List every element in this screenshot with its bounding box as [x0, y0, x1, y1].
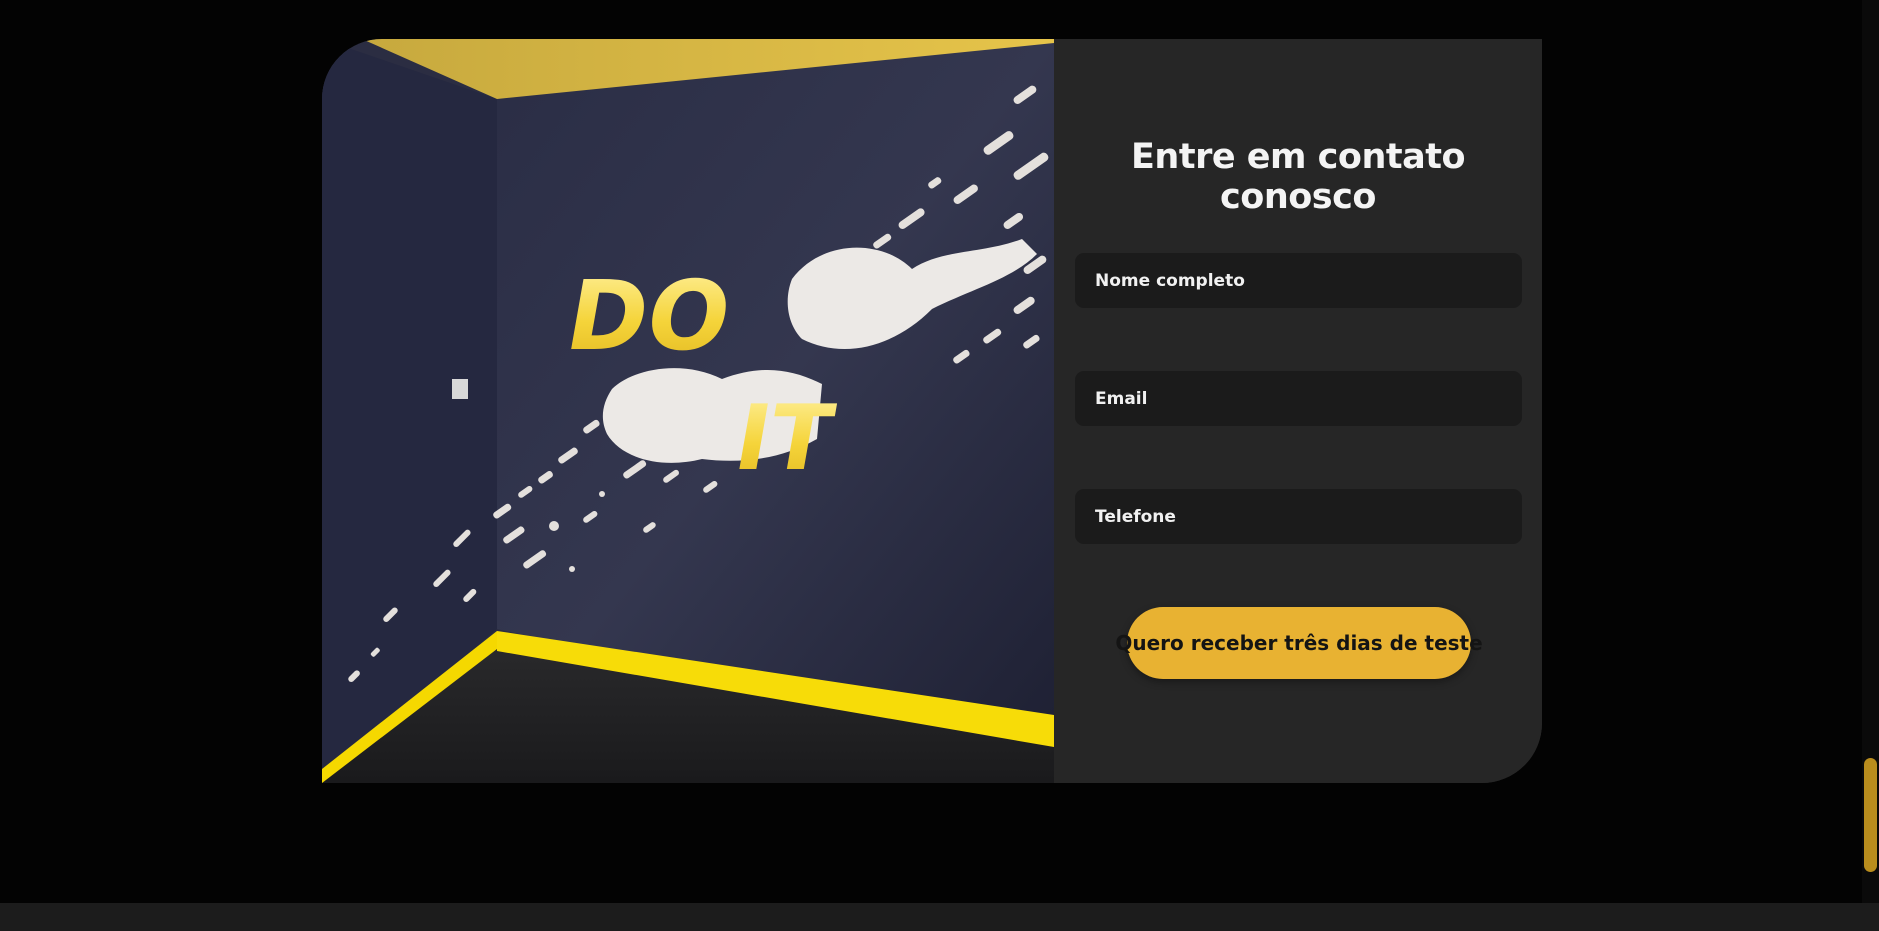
phone-field[interactable]: Telefone — [1075, 489, 1522, 544]
page: DO IT Entre em contato conosco Nome comp… — [0, 0, 1879, 931]
gym-wall-illustration: DO IT — [322, 39, 1054, 783]
mural-it-text: IT — [727, 387, 840, 491]
scrollbar-thumb[interactable] — [1864, 758, 1877, 872]
email-placeholder: Email — [1095, 388, 1148, 409]
submit-trial-button[interactable]: Quero receber três dias de teste — [1115, 607, 1483, 679]
contact-card: DO IT Entre em contato conosco Nome comp… — [322, 39, 1542, 783]
mural-do-text: DO — [558, 260, 739, 372]
full-name-field[interactable]: Nome completo — [1075, 253, 1522, 308]
footer-band — [0, 903, 1879, 931]
phone-placeholder: Telefone — [1095, 506, 1176, 527]
email-field[interactable]: Email — [1075, 371, 1522, 426]
gym-wall-photo: DO IT — [322, 39, 1054, 783]
contact-form: Entre em contato conosco Nome completo E… — [1054, 39, 1542, 783]
light-switch — [452, 379, 468, 399]
full-name-placeholder: Nome completo — [1095, 270, 1245, 291]
form-title: Entre em contato conosco — [1131, 137, 1465, 217]
submit-trial-label: Quero receber três dias de teste — [1115, 631, 1483, 655]
